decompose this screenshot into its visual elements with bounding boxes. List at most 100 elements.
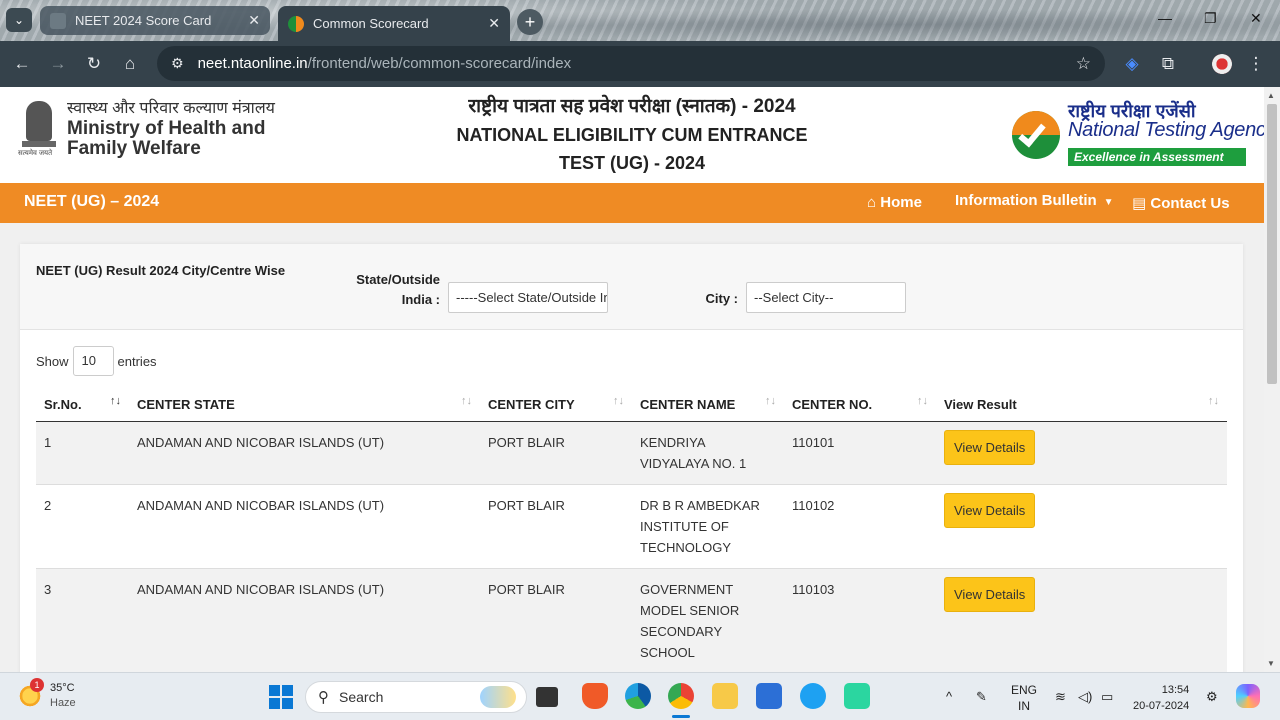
site-info-icon[interactable]: ⚙ [171, 55, 184, 72]
view-details-button[interactable]: View Details [944, 576, 1036, 612]
entries-select[interactable]: 10 [72, 346, 114, 376]
nav-contact-us[interactable]: ▤ Contact Us [1132, 194, 1230, 212]
col-sr-no[interactable]: Sr.No. ↑↓ [36, 389, 129, 422]
search-highlight-icon [480, 686, 516, 708]
cell-state: ANDAMAN AND NICOBAR ISLANDS (UT) [129, 420, 480, 484]
navbar-brand[interactable]: NEET (UG) – 2024 [24, 193, 159, 211]
windows-start-icon[interactable] [269, 685, 293, 709]
home-icon[interactable]: ⌂ [119, 53, 141, 75]
sort-icon: ↑↓ [461, 395, 472, 407]
notification-icon[interactable]: ⚙ [1206, 689, 1218, 705]
nav-information-bulletin[interactable]: Information Bulletin ▼ [955, 192, 1114, 209]
cell-center-name: KENDRIYA VIDYALAYA NO. 1 [632, 420, 784, 484]
sort-icon: ↑↓ [110, 395, 121, 407]
profile-avatar[interactable] [1211, 53, 1233, 75]
title-en-line2: TEST (UG) - 2024 [558, 153, 706, 173]
taskbar-search[interactable]: ⚲ Search [305, 681, 527, 713]
new-tab-button[interactable]: + [517, 9, 543, 35]
page-scrollbar[interactable]: ▲ ▼ [1264, 87, 1280, 672]
tab-search-button[interactable]: ⌄ [6, 8, 32, 32]
filter-heading: NEET (UG) Result 2024 City/Centre Wise [36, 263, 286, 278]
mohfw-line2: Family Welfare [67, 138, 201, 159]
cell-center-name: GOVERNMENT MODEL SENIOR SECONDARY SCHOOL [632, 567, 784, 672]
chrome-browser-icon[interactable] [668, 683, 694, 709]
docker-icon[interactable] [800, 683, 826, 709]
state-label: State/Outside India : [340, 270, 440, 310]
volume-icon[interactable]: ◁) [1078, 689, 1092, 705]
col-view-result[interactable]: View Result ↑↓ [936, 389, 1227, 422]
edge-browser-icon[interactable] [625, 683, 651, 709]
forward-icon[interactable]: → [47, 53, 69, 75]
language-indicator[interactable]: ENG IN [1011, 682, 1037, 714]
nav-home[interactable]: ⌂ Home [867, 194, 922, 211]
entries-length-control: Show 10 entries [36, 346, 157, 376]
file-explorer-icon[interactable] [712, 683, 738, 709]
scrollbar-thumb[interactable] [1267, 104, 1277, 384]
wifi-icon[interactable]: ≋ [1055, 689, 1066, 705]
cell-city: PORT BLAIR [480, 483, 632, 568]
chrome-menu-icon[interactable]: ⋮ [1245, 53, 1267, 75]
web-page: सत्यमेव जयते स्वास्थ्य और परिवार कल्याण … [0, 87, 1264, 672]
active-app-indicator [672, 715, 690, 718]
chatgpt-app-icon[interactable] [844, 683, 870, 709]
scroll-down-icon[interactable]: ▼ [1267, 659, 1275, 668]
tab-title: Common Scorecard [313, 16, 429, 31]
caret-down-icon: ▼ [1100, 197, 1114, 208]
battery-icon[interactable]: ▭ [1101, 689, 1113, 705]
tray-chevron-icon[interactable]: ^ [946, 689, 952, 704]
col-center-no[interactable]: CENTER NO. ↑↓ [784, 389, 936, 422]
close-window-icon[interactable]: ✕ [1250, 10, 1262, 27]
site-header: सत्यमेव जयते स्वास्थ्य और परिवार कल्याण … [0, 87, 1264, 183]
col-center-state[interactable]: CENTER STATE ↑↓ [129, 389, 480, 422]
results-table: Sr.No. ↑↓ CENTER STATE ↑↓ CENTER CITY ↑↓ CE… [36, 389, 1227, 672]
sort-icon: ↑↓ [613, 395, 624, 407]
restore-icon[interactable]: ❐ [1204, 10, 1217, 27]
extensions-puzzle-icon[interactable]: ⧉ [1157, 53, 1179, 75]
address-bar[interactable]: ⚙ neet.ntaonline.in /frontend/web/common… [157, 46, 1105, 81]
nav-info-label: Information Bulletin [955, 192, 1097, 209]
tab-close-icon[interactable]: ✕ [488, 15, 500, 32]
microsoft-store-icon[interactable] [756, 683, 782, 709]
cell-state: ANDAMAN AND NICOBAR ISLANDS (UT) [129, 483, 480, 568]
reload-icon[interactable]: ↻ [83, 53, 105, 75]
sun-haze-icon: 1 [18, 678, 44, 708]
search-placeholder: Search [339, 689, 384, 705]
chat-icon: ▤ [1132, 195, 1147, 212]
taskbar-clock[interactable]: 13:54 20-07-2024 [1133, 682, 1189, 714]
weather-widget[interactable]: 1 35°C Haze [18, 678, 76, 711]
tab-common-scorecard[interactable]: Common Scorecard ✕ [278, 6, 510, 41]
extension-shield-icon[interactable]: ◈ [1121, 53, 1143, 75]
view-details-button[interactable]: View Details [944, 429, 1036, 465]
col-label: Sr.No. [44, 397, 82, 413]
task-view-icon[interactable] [536, 687, 558, 707]
show-label: Show [36, 353, 69, 369]
lang-line2: IN [1018, 699, 1030, 713]
col-center-name[interactable]: CENTER NAME ↑↓ [632, 389, 784, 422]
title-en-line1: NATIONAL ELIGIBILITY CUM ENTRANCE [456, 125, 808, 145]
page-title: राष्ट्रीय पात्रता सह प्रवेश परीक्षा (स्न… [420, 93, 844, 177]
col-center-city[interactable]: CENTER CITY ↑↓ [480, 389, 632, 422]
tab-close-icon[interactable]: ✕ [248, 12, 260, 29]
city-select[interactable]: --Select City-- [746, 282, 906, 313]
nta-logo[interactable]: राष्ट्रीय परीक्षा एजेंसी National Testin… [1012, 101, 1264, 169]
scroll-up-icon[interactable]: ▲ [1267, 91, 1275, 100]
nta-check-icon [1012, 111, 1060, 159]
cell-state: ANDAMAN AND NICOBAR ISLANDS (UT) [129, 567, 480, 672]
brave-browser-icon[interactable] [582, 683, 608, 709]
minimize-icon[interactable]: — [1158, 10, 1172, 26]
state-select[interactable]: -----Select State/Outside India----- [448, 282, 608, 313]
tab-title: NEET 2024 Score Card [75, 13, 212, 28]
nta-tagline: Excellence in Assessment [1068, 148, 1246, 166]
copilot-icon[interactable] [1236, 684, 1260, 708]
view-details-button[interactable]: View Details [944, 492, 1036, 528]
pen-icon[interactable]: ✎ [976, 689, 987, 705]
cell-sr: 3 [36, 567, 129, 672]
back-icon[interactable]: ← [11, 53, 33, 75]
col-label: CENTER NAME [640, 397, 736, 413]
browser-toolbar: ← → ↻ ⌂ ⚙ neet.ntaonline.in /frontend/we… [0, 41, 1280, 87]
tab-neet-score-card[interactable]: NEET 2024 Score Card ✕ [40, 6, 270, 35]
bookmark-star-icon[interactable]: ☆ [1076, 54, 1091, 74]
mohfw-logo[interactable]: सत्यमेव जयते स्वास्थ्य और परिवार कल्याण … [18, 99, 275, 159]
state-label-line1: State/Outside [356, 272, 440, 287]
cell-action: View Details [936, 567, 1227, 672]
